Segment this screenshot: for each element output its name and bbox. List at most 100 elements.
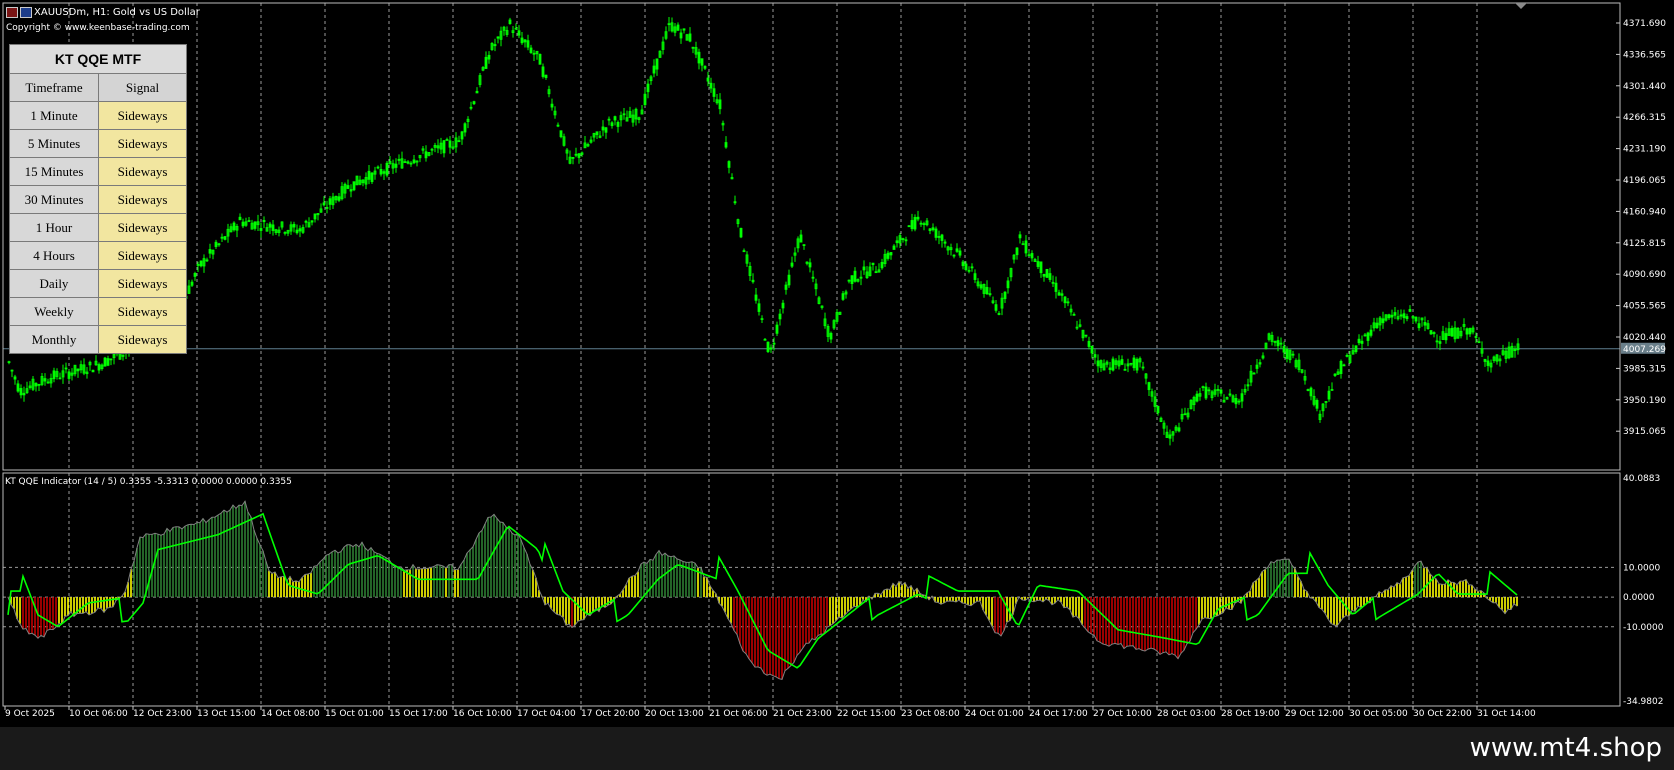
candle-body xyxy=(1060,293,1064,296)
candle-body xyxy=(508,19,512,25)
candle-body xyxy=(997,313,1001,315)
time-label: 21 Oct 23:00 xyxy=(773,709,832,719)
candle-body xyxy=(1342,364,1346,367)
candle-body xyxy=(895,240,899,244)
price-label: 4196.065 xyxy=(1623,176,1666,186)
signal-cell: Sideways xyxy=(98,325,187,354)
table-row: Monthly Sideways xyxy=(9,325,187,354)
candle-body xyxy=(337,196,341,201)
candle-body xyxy=(811,276,815,279)
current-price-label: 4007.269 xyxy=(1623,345,1666,355)
candle-body xyxy=(1393,312,1397,316)
candle-body xyxy=(1132,357,1136,369)
candle-body xyxy=(1483,358,1487,362)
candle-body xyxy=(1306,389,1310,391)
candle-body xyxy=(1045,268,1049,278)
candle-body xyxy=(403,161,407,163)
candle-body xyxy=(874,271,878,274)
candle-body xyxy=(616,121,620,127)
candle-body xyxy=(1024,240,1028,254)
candle-body xyxy=(985,286,989,295)
candle-body xyxy=(1444,333,1448,341)
footer-bar: www.mt4.shop xyxy=(0,727,1674,770)
price-axis[interactable]: 4371.690 4336.565 4301.440 4266.315 4231.190… xyxy=(1616,19,1666,437)
candle-body xyxy=(1513,348,1517,352)
candle-body xyxy=(550,103,554,108)
table-row: 1 Minute Sideways xyxy=(9,101,187,130)
candle-body xyxy=(382,171,386,174)
time-axis[interactable]: 9 Oct 2025 10 Oct 06:00 12 Oct 23:00 13 Oct… xyxy=(4,706,1536,719)
signal-cell: Sideways xyxy=(98,213,187,242)
timeframe-cell: 1 Minute xyxy=(9,101,99,130)
indicator-axis-label: -34.9802 xyxy=(1623,697,1663,707)
candle-body xyxy=(1207,389,1211,392)
table-row: Weekly Sideways xyxy=(9,297,187,326)
candle-body xyxy=(1414,316,1418,322)
time-label: 30 Oct 05:00 xyxy=(1349,709,1408,719)
candle-body xyxy=(1135,358,1139,371)
time-label: 31 Oct 14:00 xyxy=(1477,709,1536,719)
chart-window[interactable]: 4371.690 4336.565 4301.440 4266.315 4231.190… xyxy=(0,0,1674,770)
time-label: 30 Oct 22:00 xyxy=(1413,709,1472,719)
candle-body xyxy=(514,27,518,30)
candle-body xyxy=(739,227,743,238)
candle-body xyxy=(1015,247,1019,256)
candle-body xyxy=(1030,253,1034,259)
candle-body xyxy=(496,36,500,39)
candle-body xyxy=(643,93,647,106)
candle-body xyxy=(1417,323,1421,329)
candle-body xyxy=(1465,328,1469,335)
candle-body xyxy=(853,270,857,282)
time-label: 23 Oct 08:00 xyxy=(901,709,960,719)
candle-body xyxy=(718,99,722,110)
price-label: 4055.565 xyxy=(1623,302,1666,312)
candle-body xyxy=(1120,359,1124,365)
candle-body xyxy=(1003,291,1007,300)
candle-body xyxy=(775,324,779,334)
candle-body xyxy=(1375,322,1379,329)
candle-body xyxy=(595,131,599,136)
candle-body xyxy=(931,227,935,231)
time-label: 28 Oct 03:00 xyxy=(1157,709,1216,719)
time-label: 16 Oct 10:00 xyxy=(453,709,512,719)
candle-body xyxy=(1183,413,1187,416)
signal-cell: Sideways xyxy=(98,269,187,298)
price-label: 4020.440 xyxy=(1623,333,1666,343)
table-row: 1 Hour Sideways xyxy=(9,213,187,242)
period-icon[interactable] xyxy=(20,7,32,18)
candle-body xyxy=(913,217,917,230)
candle-body xyxy=(34,382,38,387)
signal-cell: Sideways xyxy=(98,157,187,186)
chart-type-icon[interactable] xyxy=(6,7,18,18)
candle-body xyxy=(916,216,920,220)
candle-body xyxy=(1246,384,1250,387)
candle-body xyxy=(463,123,467,133)
candle-body xyxy=(193,272,197,277)
candle-body xyxy=(532,52,536,55)
price-label: 4336.565 xyxy=(1623,50,1666,60)
candle-body xyxy=(901,238,905,240)
indicator-axis-label: 0.0000 xyxy=(1623,593,1655,603)
candle-body xyxy=(328,198,332,205)
candle-body xyxy=(1219,389,1223,394)
candle-body xyxy=(1108,367,1112,370)
candle-body xyxy=(223,236,227,240)
candle-body xyxy=(292,223,296,228)
candle-body xyxy=(1309,387,1313,397)
indicator-axis[interactable]: 40.0883 10.0000 0.0000 -10.0000 -34.9802 xyxy=(1623,474,1664,707)
candle-body xyxy=(253,221,257,229)
chart-canvas[interactable]: 4371.690 4336.565 4301.440 4266.315 4231.190… xyxy=(0,0,1674,727)
candle-body xyxy=(1474,336,1478,338)
candle-body xyxy=(1066,301,1070,304)
price-label: 3950.190 xyxy=(1623,396,1666,406)
candle-body xyxy=(376,166,380,169)
time-label: 17 Oct 20:00 xyxy=(581,709,640,719)
mtf-signal-table: KT QQE MTF Timeframe Signal 1 Minute Side… xyxy=(9,44,187,354)
candle-body xyxy=(52,370,56,380)
candle-body xyxy=(709,82,713,89)
candle-body xyxy=(559,130,563,138)
candle-body xyxy=(97,364,101,371)
candle-body xyxy=(808,262,812,268)
candle-body xyxy=(943,241,947,244)
candle-body xyxy=(1429,330,1433,335)
